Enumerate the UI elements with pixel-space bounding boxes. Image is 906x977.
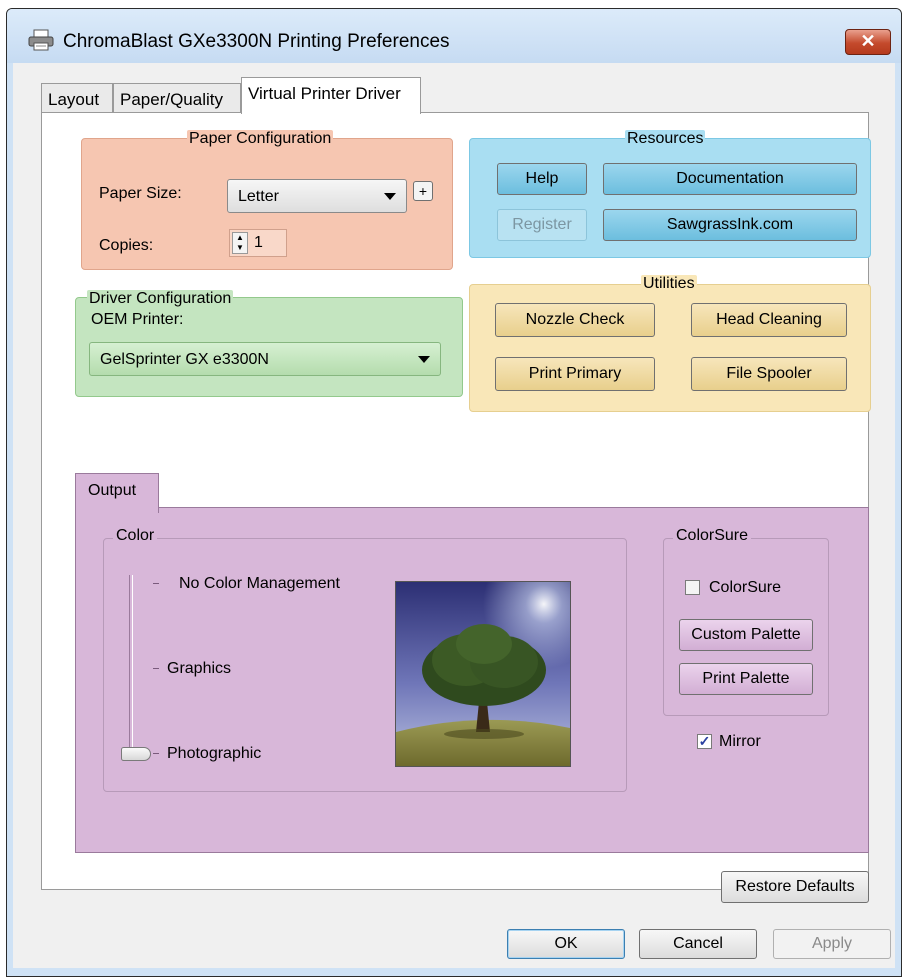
spinner-arrows-icon[interactable]: ▲ ▼ [232, 232, 248, 254]
cancel-button[interactable]: Cancel [639, 929, 757, 959]
paper-size-value: Letter [238, 188, 279, 205]
title-bar: ChromaBlast GXe3300N Printing Preference… [7, 9, 901, 63]
copies-label: Copies: [99, 237, 154, 254]
oem-printer-select[interactable]: GelSprinter GX e3300N [89, 342, 441, 376]
nozzle-check-button[interactable]: Nozzle Check [495, 303, 655, 337]
slider-tick [153, 583, 159, 584]
documentation-button[interactable]: Documentation [603, 163, 857, 195]
slider-tick [153, 668, 159, 669]
custom-palette-button[interactable]: Custom Palette [679, 619, 813, 651]
tab-virtual-printer-driver[interactable]: Virtual Printer Driver [241, 77, 421, 114]
register-button[interactable]: Register [497, 209, 587, 241]
sawgrassink-button[interactable]: SawgrassInk.com [603, 209, 857, 241]
oem-printer-label: OEM Printer: [91, 311, 184, 328]
restore-defaults-button[interactable]: Restore Defaults [721, 871, 869, 903]
print-palette-button[interactable]: Print Palette [679, 663, 813, 695]
close-button[interactable]: ✕ [845, 29, 891, 55]
printer-icon [28, 29, 54, 51]
copies-value: 1 [254, 234, 263, 251]
color-management-slider-track[interactable] [129, 575, 133, 755]
colorsure-checkbox-label[interactable]: ColorSure [709, 579, 781, 597]
dialog-client-area: Layout Paper/Quality Virtual Printer Dri… [13, 63, 895, 968]
color-group-title: Color [113, 527, 158, 545]
option-no-color-management[interactable]: No Color Management [179, 575, 340, 593]
oem-printer-value: GelSprinter GX e3300N [100, 351, 269, 368]
color-management-slider-thumb[interactable] [121, 747, 151, 761]
option-graphics[interactable]: Graphics [167, 660, 231, 678]
file-spooler-button[interactable]: File Spooler [691, 357, 847, 391]
mirror-checkbox[interactable]: ✓ [697, 734, 712, 749]
output-tab[interactable]: Output [75, 473, 159, 513]
mirror-checkbox-label[interactable]: Mirror [719, 733, 761, 751]
print-primary-button[interactable]: Print Primary [495, 357, 655, 391]
head-cleaning-button[interactable]: Head Cleaning [691, 303, 847, 337]
driver-configuration-title: Driver Configuration [87, 290, 234, 308]
copies-stepper[interactable]: ▲ ▼ 1 [229, 229, 287, 257]
utilities-title: Utilities [641, 275, 697, 293]
preferences-window: ChromaBlast GXe3300N Printing Preference… [6, 8, 902, 977]
tab-paper-quality[interactable]: Paper/Quality [113, 83, 241, 113]
option-photographic[interactable]: Photographic [167, 745, 261, 763]
apply-button[interactable]: Apply [773, 929, 891, 959]
ok-button[interactable]: OK [507, 929, 625, 959]
chevron-down-icon [418, 356, 430, 363]
resources-title: Resources [625, 130, 706, 148]
paper-configuration-title: Paper Configuration [187, 130, 334, 148]
slider-tick [153, 753, 159, 754]
tree-preview-image [395, 581, 571, 767]
paper-size-label: Paper Size: [99, 185, 182, 202]
add-paper-size-button[interactable]: + [413, 181, 433, 201]
tab-layout[interactable]: Layout [41, 83, 113, 113]
chevron-down-icon [384, 193, 396, 200]
window-title: ChromaBlast GXe3300N Printing Preference… [63, 31, 450, 52]
help-button[interactable]: Help [497, 163, 587, 195]
colorsure-checkbox[interactable] [685, 580, 700, 595]
colorsure-group-title: ColorSure [673, 527, 752, 545]
paper-size-select[interactable]: Letter [227, 179, 407, 213]
